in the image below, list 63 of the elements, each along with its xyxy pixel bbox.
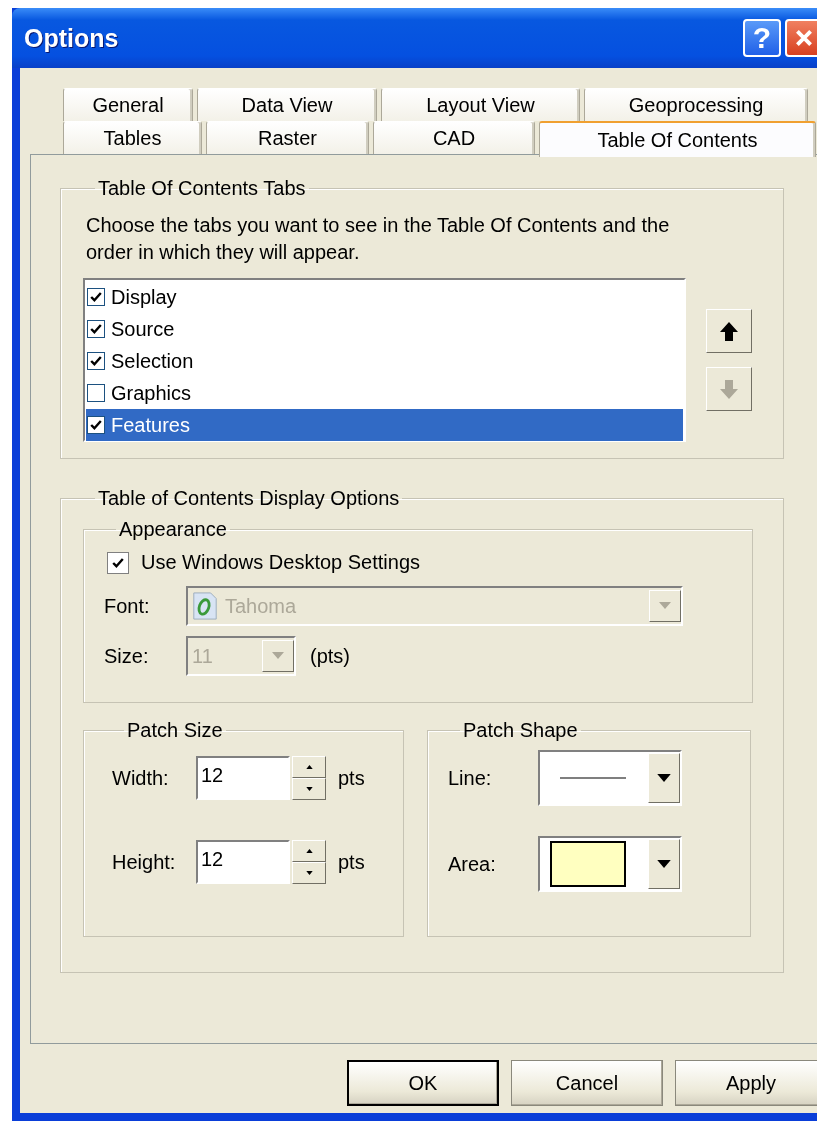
checkbox[interactable]: [87, 416, 105, 434]
group-title: Patch Shape: [462, 719, 579, 742]
checkbox[interactable]: [87, 352, 105, 370]
tab[interactable]: Table Of Contents: [539, 121, 816, 157]
spinner[interactable]: [292, 840, 326, 884]
tab[interactable]: Raster: [206, 121, 369, 154]
list-row[interactable]: Display: [86, 281, 683, 313]
group-title: Table of Contents Display Options: [97, 487, 401, 510]
tab[interactable]: Geoprocessing: [584, 88, 808, 121]
item-label: Graphics: [110, 381, 193, 405]
dropdown[interactable]: [538, 836, 682, 892]
unit-label: (pts): [310, 644, 350, 668]
close-icon: [793, 27, 815, 49]
tab[interactable]: Data View: [197, 88, 377, 121]
line-sample-icon: [560, 776, 626, 780]
dropdown-value: Tahoma: [225, 594, 297, 618]
field-label: Width:: [112, 766, 170, 790]
list-row[interactable]: Source: [86, 313, 683, 345]
checkbox-label: Use Windows Desktop Settings: [141, 551, 420, 574]
group-title: Patch Size: [126, 719, 224, 742]
dialog-button[interactable]: Apply: [675, 1060, 817, 1106]
move-up-button[interactable]: [706, 309, 752, 353]
list-row[interactable]: Selection: [86, 345, 683, 377]
close-button[interactable]: [785, 19, 817, 57]
dropdown-arrow-icon: [659, 602, 671, 610]
checkbox[interactable]: [87, 320, 105, 338]
dropdown-value: 11: [192, 644, 213, 668]
unit-label: pts: [338, 766, 365, 790]
field-label: Area:: [448, 852, 497, 876]
group-title: Appearance: [118, 518, 228, 541]
down-arrow-icon: [718, 377, 740, 401]
tab[interactable]: Tables: [63, 121, 202, 154]
dialog-button[interactable]: Cancel: [511, 1060, 663, 1106]
help-button[interactable]: ?: [743, 19, 781, 57]
dropdown-arrow-icon: [272, 652, 284, 660]
checkbox[interactable]: [107, 551, 129, 574]
dialog-button[interactable]: OK: [347, 1060, 499, 1106]
field-label: Font:: [104, 594, 151, 618]
group-title: Table Of Contents Tabs: [97, 177, 307, 200]
list-row[interactable]: Features: [86, 409, 683, 441]
item-label: Display: [110, 285, 178, 309]
tab[interactable]: CAD: [373, 121, 535, 154]
item-label: Selection: [110, 349, 195, 373]
list-row[interactable]: Graphics: [86, 377, 683, 409]
item-label: Features: [110, 413, 191, 437]
field-label: Size:: [104, 644, 150, 668]
spinner[interactable]: [292, 756, 326, 800]
tab[interactable]: Layout View: [381, 88, 580, 121]
dropdown-arrow-icon: [657, 773, 671, 783]
checkbox[interactable]: [87, 288, 105, 306]
item-label: Source: [110, 317, 176, 341]
font-file-icon: [191, 591, 219, 621]
window-title: Options: [24, 23, 120, 53]
checkbox[interactable]: [87, 384, 105, 402]
field-label: Height:: [112, 850, 177, 874]
number-field[interactable]: 12: [196, 840, 290, 884]
instruction-text: Choose the tabs you want to see in the Table Of Contents and the order in which they will appear.: [86, 213, 671, 265]
area-sample-icon: [550, 841, 626, 887]
unit-label: pts: [338, 850, 365, 874]
dropdown-arrow-icon: [657, 859, 671, 869]
tab[interactable]: General: [63, 88, 193, 121]
number-field[interactable]: 12: [196, 756, 290, 800]
field-label: Line:: [448, 766, 493, 790]
